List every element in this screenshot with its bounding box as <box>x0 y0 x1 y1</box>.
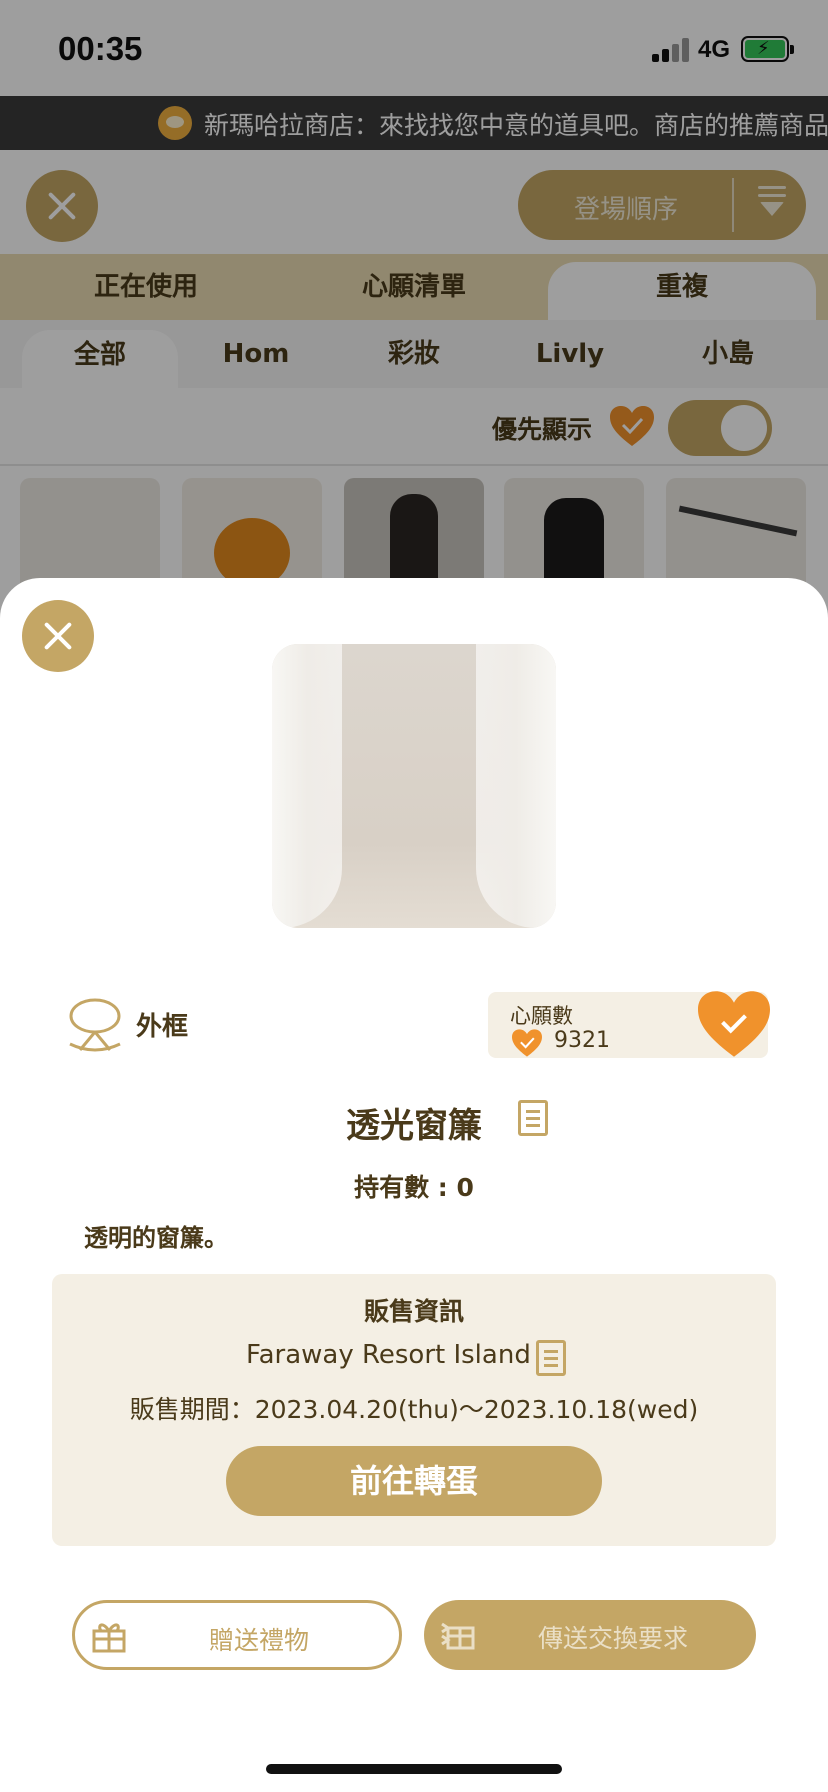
trade-request-label: 傳送交換要求 <box>538 1624 689 1653</box>
item-name-text: 透光窗簾 <box>346 1106 482 1146</box>
sale-period: 販售期間：2023.04.20(thu)〜2023.10.18(wed) <box>129 1395 699 1424</box>
sale-info-panel: 販售資訊 Faraway Resort Island 販售期間：2023.04.… <box>52 1274 776 1546</box>
category-label: 外框 <box>136 1012 189 1042</box>
close-icon[interactable] <box>22 600 94 672</box>
home-indicator[interactable] <box>266 1764 562 1774</box>
gift-icon <box>92 1623 126 1653</box>
heart-check-icon <box>512 1029 542 1057</box>
go-to-gacha-button[interactable]: 前往轉蛋 <box>226 1446 602 1516</box>
document-icon[interactable] <box>518 1100 548 1136</box>
wishlist-heart-button[interactable] <box>694 988 774 1060</box>
trade-icon <box>441 1622 475 1650</box>
trade-request-button[interactable]: 傳送交換要求 <box>424 1600 756 1670</box>
item-image <box>272 644 556 928</box>
document-icon[interactable] <box>536 1340 566 1376</box>
item-description: 透明的窗簾。 <box>84 1224 228 1252</box>
frame-category-icon <box>69 998 121 1052</box>
wish-count-box: 心願數 9321 <box>488 991 770 1058</box>
send-gift-label: 贈送禮物 <box>209 1626 310 1655</box>
sale-place: Faraway Resort Island <box>246 1340 531 1370</box>
wish-count: 9321 <box>554 1028 610 1053</box>
item-detail-sheet: 外框 心願數 9321 透光窗簾 持有數 : 0 透明的窗簾。 販售資訊 Far… <box>0 578 828 1792</box>
wish-title: 心願數 <box>510 1004 573 1028</box>
sale-title: 販售資訊 <box>363 1297 464 1326</box>
owned-count: 持有數 : 0 <box>354 1173 474 1202</box>
send-gift-button[interactable]: 贈送禮物 <box>72 1600 402 1670</box>
item-name: 透光窗簾 <box>0 1098 828 1147</box>
